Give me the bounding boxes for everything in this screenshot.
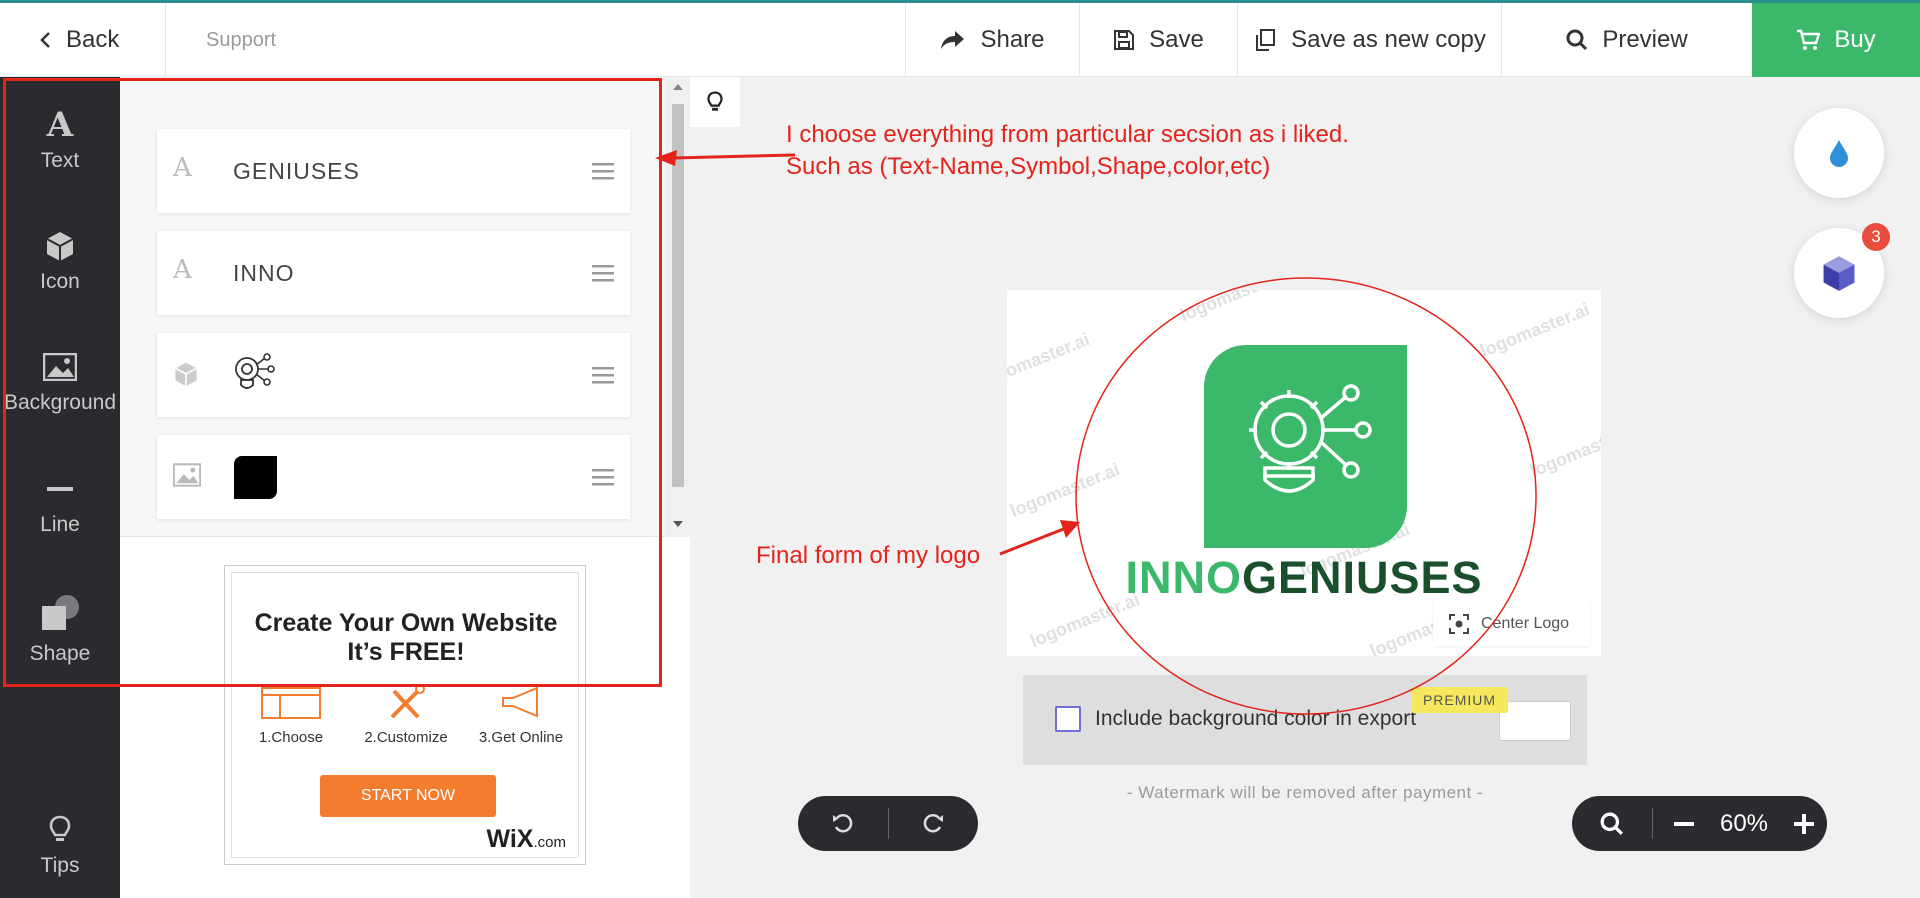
ad-step-get-online: 3.Get Online [466,683,576,746]
wix-logo: WiX.com [486,825,566,854]
save-as-new-copy-button[interactable]: Save as new copy [1237,3,1501,77]
share-label: Share [980,26,1045,53]
ad-step-customize: 2.Customize [351,683,461,746]
annotation-note-line1: I choose everything from particular secs… [786,121,1349,148]
hint-button[interactable] [690,77,740,127]
zoom-in-button[interactable] [1784,796,1824,851]
ad-step-label: 1.Choose [258,729,324,746]
top-toolbar: Back Support Share Save Save as new copy… [0,0,1920,77]
undo-button[interactable] [798,796,888,851]
save-button[interactable]: Save [1079,3,1237,77]
ad-brand-suffix: .com [533,834,566,851]
tips-button[interactable]: Tips [0,812,120,878]
scroll-down-arrow-icon[interactable] [673,521,683,529]
buy-button[interactable]: Buy [1752,3,1920,77]
undo-icon [833,813,853,832]
save-as-new-copy-label: Save as new copy [1291,26,1486,53]
ad-brand: WiX [486,825,534,853]
ad-start-now-button[interactable]: START NOW [320,775,496,817]
preview-button[interactable]: Preview [1501,3,1752,77]
buy-label: Buy [1834,26,1876,53]
annotation-arrow-right [999,520,1080,556]
notification-badge: 3 [1862,223,1890,251]
preview-label: Preview [1602,26,1688,53]
tools-icon [351,683,461,723]
zoom-level: 60% [1719,809,1769,837]
zoom-out-button[interactable] [1664,796,1704,851]
history-controls [798,796,978,851]
lightbulb-icon [0,812,120,848]
zoom-fit-button[interactable] [1572,796,1652,851]
ad-step-choose: 1.Choose [236,683,346,746]
watermark-note: - Watermark will be removed after paymen… [1126,783,1484,802]
divider [1652,808,1653,839]
color-palette-button[interactable] [1794,108,1884,198]
ad-step-label: 3.Get Online [478,729,564,746]
search-icon [1600,812,1623,835]
plus-icon [1794,813,1814,834]
back-button[interactable]: Back [0,3,166,77]
tips-label: Tips [40,854,80,877]
share-button[interactable]: Share [905,3,1079,77]
droplet-icon [1830,140,1848,167]
cart-icon [1797,29,1821,50]
annotation-circle [1075,277,1537,715]
annotation-arrow-left [655,150,795,166]
floppy-disk-icon [1114,30,1135,50]
browser-icon [236,683,346,723]
cube-icon [1823,256,1855,291]
annotation-final-logo: Final form of my logo [756,542,981,569]
copy-icon [1256,29,1276,51]
chevron-left-icon [40,32,50,48]
megaphone-icon [466,683,576,723]
search-icon [1566,29,1588,51]
minus-icon [1674,821,1694,826]
save-label: Save [1149,26,1204,53]
scroll-up-arrow-icon[interactable] [673,82,683,90]
share-icon [941,31,965,49]
annotation-note-line2: Such as (Text-Name,Symbol,Shape,color,et… [786,153,1271,180]
redo-icon [923,813,943,832]
annotation-highlight-box [3,78,662,687]
redo-button[interactable] [888,796,978,851]
ad-steps: 1.Choose 2.Customize 3.Get Online [232,683,580,753]
ad-step-label: 2.Customize [364,729,448,746]
support-link[interactable]: Support [206,3,276,77]
lightbulb-icon [707,91,723,111]
back-label: Back [66,26,120,53]
zoom-controls: 60% [1572,796,1827,851]
